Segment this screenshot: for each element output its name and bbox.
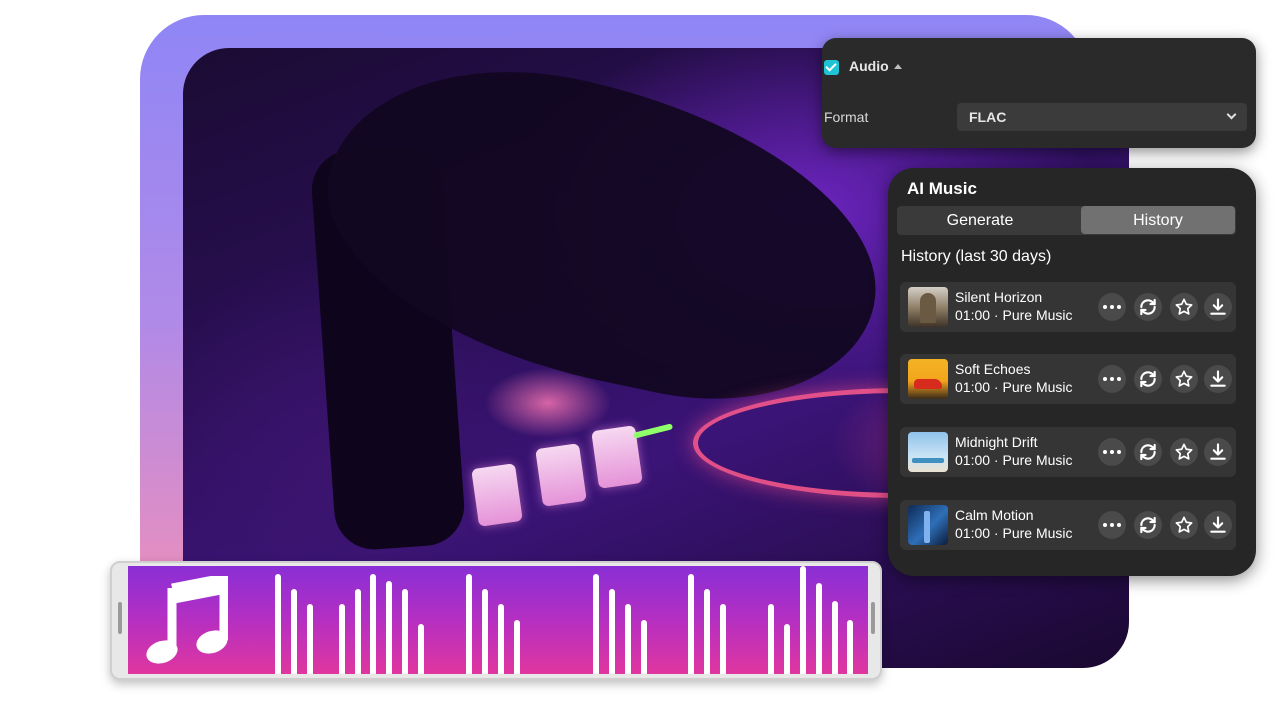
- download-icon: [1210, 370, 1226, 387]
- waveform-bar: [847, 620, 853, 674]
- refresh-icon: [1140, 516, 1156, 534]
- regenerate-button[interactable]: [1134, 438, 1162, 466]
- more-options-button[interactable]: [1098, 293, 1126, 321]
- format-label: Format: [824, 109, 869, 125]
- star-icon: [1175, 443, 1193, 460]
- trim-handle-right[interactable]: [871, 602, 875, 634]
- waveform-bar: [355, 589, 361, 674]
- track-row[interactable]: Silent Horizon 01:00 · Pure Music: [900, 282, 1236, 332]
- regenerate-button[interactable]: [1134, 293, 1162, 321]
- panel-title: AI Music: [907, 179, 977, 198]
- more-icon: [1103, 450, 1121, 454]
- waveform-bar: [720, 604, 726, 674]
- waveform-bar: [275, 574, 281, 674]
- more-options-button[interactable]: [1098, 438, 1126, 466]
- waveform-bar: [514, 620, 520, 674]
- track-title: Silent Horizon: [955, 289, 1043, 305]
- waveform-bar: [688, 574, 694, 674]
- waveform-bar: [291, 589, 297, 674]
- star-icon: [1175, 516, 1193, 533]
- track-meta: 01:00 · Pure Music: [955, 525, 1073, 541]
- tab-generate[interactable]: Generate: [897, 206, 1063, 235]
- music-note-icon: [146, 576, 228, 664]
- star-icon: [1175, 298, 1193, 315]
- download-icon: [1210, 516, 1226, 533]
- more-icon: [1103, 523, 1121, 527]
- chevron-down-icon: [1226, 109, 1237, 120]
- audio-checkbox[interactable]: [824, 60, 839, 75]
- favorite-button[interactable]: [1170, 438, 1198, 466]
- waveform-bar: [625, 604, 631, 674]
- history-heading: History (last 30 days): [901, 248, 1052, 265]
- audio-export-panel: [822, 38, 1256, 148]
- waveform-bar: [418, 624, 424, 674]
- regenerate-button[interactable]: [1134, 511, 1162, 539]
- waveform-bar: [370, 574, 376, 674]
- more-icon: [1103, 305, 1121, 309]
- waveform-bar: [482, 589, 488, 674]
- waveform-bar: [784, 624, 790, 674]
- collapse-caret-icon[interactable]: [894, 64, 902, 69]
- more-options-button[interactable]: [1098, 511, 1126, 539]
- photo-pad: [535, 443, 587, 507]
- track-row[interactable]: Midnight Drift 01:00 · Pure Music: [900, 427, 1236, 477]
- waveform-bar: [466, 574, 472, 674]
- waveform-bar: [339, 604, 345, 674]
- track-meta: 01:00 · Pure Music: [955, 307, 1073, 323]
- more-icon: [1103, 377, 1121, 381]
- waveform-bar: [832, 601, 838, 674]
- track-title: Soft Echoes: [955, 361, 1031, 377]
- waveform-bar: [816, 583, 822, 674]
- track-title: Calm Motion: [955, 507, 1034, 523]
- waveform-bar: [641, 620, 647, 674]
- red-car-thumbnail: [908, 359, 948, 399]
- track-meta: 01:00 · Pure Music: [955, 379, 1073, 395]
- refresh-icon: [1140, 443, 1156, 461]
- tab-bar: Generate History: [897, 206, 1236, 235]
- download-button[interactable]: [1204, 438, 1232, 466]
- track-meta: 01:00 · Pure Music: [955, 452, 1073, 468]
- track-row[interactable]: Soft Echoes 01:00 · Pure Music: [900, 354, 1236, 404]
- track-row[interactable]: Calm Motion 01:00 · Pure Music: [900, 500, 1236, 550]
- download-icon: [1210, 298, 1226, 315]
- waveform-bar: [593, 574, 599, 674]
- waveform-bar: [498, 604, 504, 674]
- audio-waveform: [128, 566, 868, 674]
- tab-history[interactable]: History: [1081, 206, 1235, 234]
- download-button[interactable]: [1204, 293, 1232, 321]
- waveform-bar: [704, 589, 710, 674]
- waveform-bar: [800, 566, 806, 674]
- photo-led: [632, 423, 674, 439]
- more-options-button[interactable]: [1098, 365, 1126, 393]
- building-thumbnail: [908, 287, 948, 327]
- favorite-button[interactable]: [1170, 293, 1198, 321]
- audio-section-title[interactable]: Audio: [849, 58, 889, 74]
- photo-pad: [471, 463, 523, 527]
- download-icon: [1210, 443, 1226, 460]
- city-night-thumbnail: [908, 505, 948, 545]
- regenerate-button[interactable]: [1134, 365, 1162, 393]
- download-button[interactable]: [1204, 365, 1232, 393]
- favorite-button[interactable]: [1170, 511, 1198, 539]
- refresh-icon: [1140, 298, 1156, 316]
- waveform-bar: [609, 589, 615, 674]
- favorite-button[interactable]: [1170, 365, 1198, 393]
- waveform-bar: [307, 604, 313, 674]
- trim-handle-left[interactable]: [118, 602, 122, 634]
- refresh-icon: [1140, 370, 1156, 388]
- star-icon: [1175, 370, 1193, 387]
- format-value: FLAC: [969, 109, 1007, 125]
- download-button[interactable]: [1204, 511, 1232, 539]
- waveform-bar: [402, 589, 408, 674]
- track-title: Midnight Drift: [955, 434, 1038, 450]
- format-select[interactable]: FLAC: [957, 103, 1247, 131]
- waveform-bar: [768, 604, 774, 674]
- seagull-beach-thumbnail: [908, 432, 948, 472]
- waveform-bar: [386, 581, 392, 674]
